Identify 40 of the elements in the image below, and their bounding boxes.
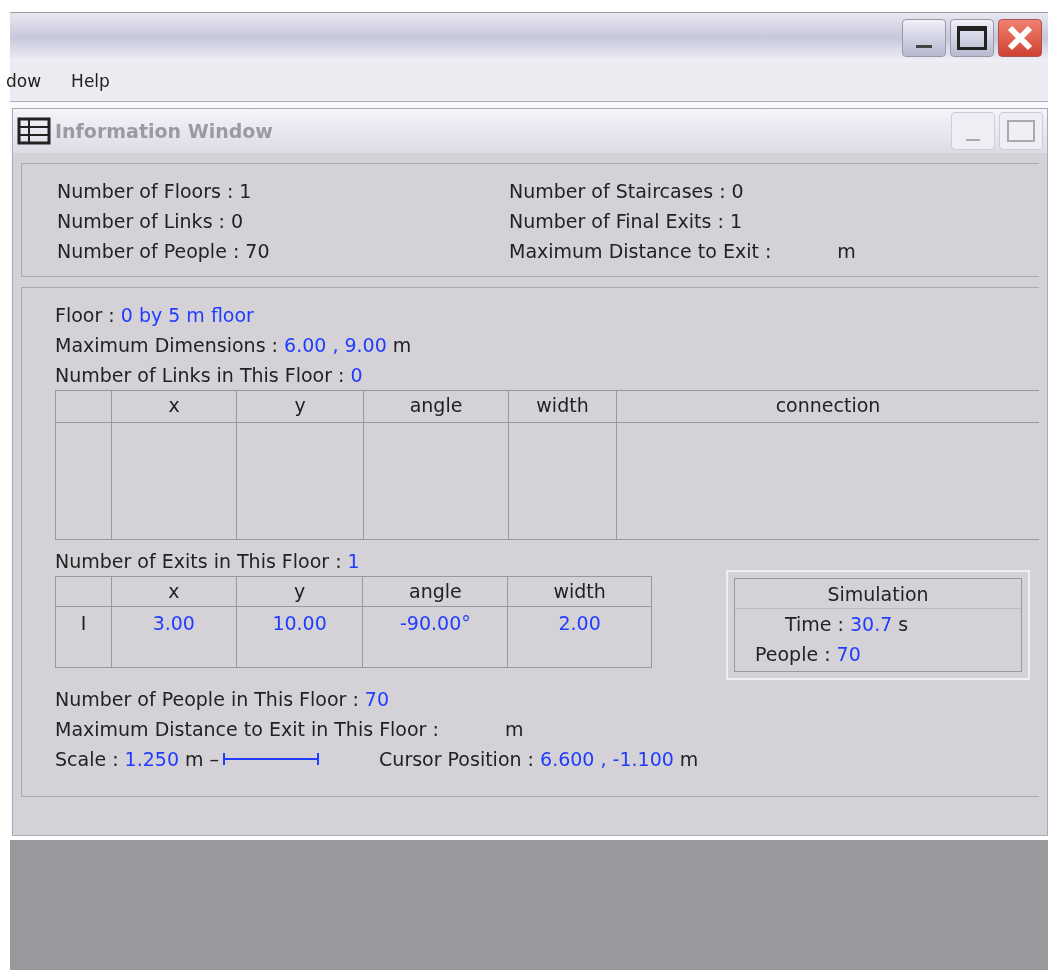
table-header-cell: width (509, 391, 617, 422)
table-header-cell: angle (364, 391, 509, 422)
scale-bar-icon (223, 751, 320, 767)
maximize-button[interactable] (950, 18, 994, 57)
menu-item[interactable]: dow (6, 68, 42, 95)
table-cell: 10.00 (272, 612, 327, 634)
info-line: Time : 30.7 s (785, 612, 910, 637)
minimize-button[interactable] (902, 18, 946, 57)
table-header-cell: x (111, 577, 237, 606)
info-line: People : 70 (755, 642, 862, 667)
info-line: Floor : 0 by 5 m floor (55, 303, 255, 328)
menu-item[interactable]: Help (71, 68, 110, 95)
info-line: Number of Staircases : 0 (509, 179, 745, 204)
info-line: Maximum Dimensions : 6.00 , 9.00 m (55, 333, 413, 358)
simulation-title: Simulation (735, 579, 1021, 609)
info-line: Maximum Distance to Exit in This Floor : m (55, 717, 525, 742)
info-line: Cursor Position : 6.600 , -1.100 m (379, 747, 699, 772)
table-cell: -90.00° (400, 612, 471, 634)
table-cell: I (80, 612, 87, 634)
info-line: Number of People : 70 (57, 239, 271, 264)
table-header-cell: angle (363, 577, 509, 606)
table-header-cell-text: width (552, 579, 607, 604)
info-line: Number of Exits in This Floor : 1 (55, 549, 361, 574)
info-line: Number of Links : 0 (57, 209, 245, 234)
table-cell: 3.00 (152, 612, 195, 634)
table-header-cell-text: connection (774, 393, 882, 418)
table-cell: 2.00 (558, 612, 601, 634)
close-icon (1006, 23, 1034, 52)
table-header-cell: y (237, 391, 364, 422)
info-line: Scale : 1.250 m – (55, 747, 220, 772)
table-header-cell: x (112, 391, 237, 422)
close-button[interactable] (998, 18, 1042, 57)
info-line: Number of Links in This Floor : 0 (55, 363, 364, 388)
window-title: Information Window (55, 118, 273, 144)
table-icon (17, 117, 51, 145)
info-line: Number of Floors : 1 (57, 179, 253, 204)
info-line: Number of Final Exits : 1 (509, 209, 743, 234)
info-line: Maximum Distance to Exit : m (509, 239, 857, 264)
table-header-cell: y (236, 577, 364, 606)
info-line: Number of People in This Floor : 70 (55, 687, 391, 712)
